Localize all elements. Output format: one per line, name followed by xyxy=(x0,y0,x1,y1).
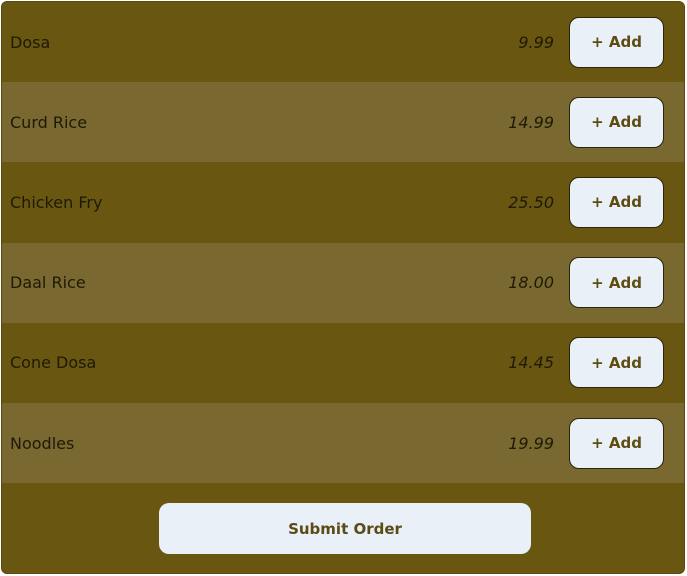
item-price: 18.00 xyxy=(508,273,554,293)
add-chicken-fry-button[interactable]: + Add xyxy=(569,176,664,228)
add-curd-rice-button[interactable]: + Add xyxy=(569,96,664,148)
menu-item-row: Noodles 19.99 + Add xyxy=(2,402,684,484)
menu-list: Dosa 9.99 + Add Curd Rice 14.99 + Add Ch… xyxy=(2,2,684,484)
menu-item-row: Curd Rice 14.99 + Add xyxy=(2,82,684,163)
menu-item-row: Chicken Fry 25.50 + Add xyxy=(2,162,684,243)
item-name: Cone Dosa xyxy=(10,353,97,373)
submit-order-button[interactable]: Submit Order xyxy=(159,503,531,554)
item-price: 19.99 xyxy=(508,433,554,453)
menu-item-row: Cone Dosa 14.45 + Add xyxy=(2,322,684,403)
item-price: 14.45 xyxy=(508,353,554,373)
add-noodles-button[interactable]: + Add xyxy=(569,417,664,469)
item-name: Dosa xyxy=(10,32,51,52)
item-price: 14.99 xyxy=(508,112,554,132)
item-name: Noodles xyxy=(10,433,75,453)
item-name: Curd Rice xyxy=(10,112,88,132)
menu-item-row: Dosa 9.99 + Add xyxy=(2,2,684,83)
menu-card: Dosa 9.99 + Add Curd Rice 14.99 + Add Ch… xyxy=(1,1,685,574)
add-daal-rice-button[interactable]: + Add xyxy=(569,257,664,309)
item-name: Daal Rice xyxy=(10,273,86,293)
item-name: Chicken Fry xyxy=(10,192,103,212)
add-dosa-button[interactable]: + Add xyxy=(569,16,664,68)
item-price: 9.99 xyxy=(518,32,554,52)
item-price: 25.50 xyxy=(508,192,554,212)
menu-item-row: Daal Rice 18.00 + Add xyxy=(2,242,684,323)
add-cone-dosa-button[interactable]: + Add xyxy=(569,337,664,389)
